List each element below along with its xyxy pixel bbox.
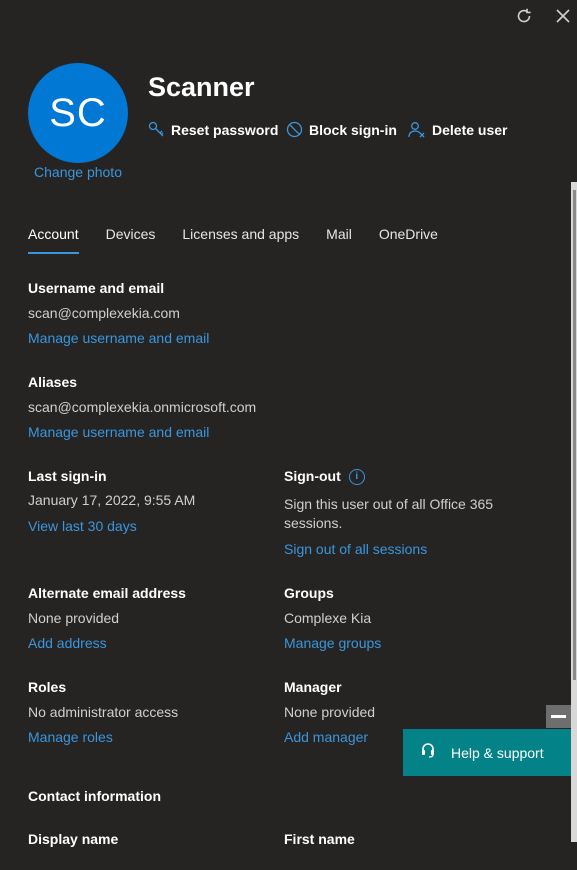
tab-onedrive[interactable]: OneDrive <box>379 226 438 254</box>
aliases-value: scan@complexekia.onmicrosoft.com <box>28 399 257 415</box>
info-icon[interactable]: i <box>348 469 365 486</box>
signout-all-sessions-link[interactable]: Sign out of all sessions <box>284 541 427 557</box>
manager-heading: Manager <box>284 679 342 695</box>
help-support-label: Help & support <box>451 744 544 761</box>
manager-value: None provided <box>284 704 376 720</box>
groups-value: Complexe Kia <box>284 610 372 626</box>
manage-roles-link[interactable]: Manage roles <box>28 729 113 745</box>
minimize-help-button[interactable] <box>546 705 571 728</box>
block-signin-label: Block sign-in <box>309 121 397 138</box>
tab-bar: Account Devices Licenses and apps Mail O… <box>28 226 465 254</box>
username-heading: Username and email <box>28 280 165 296</box>
close-icon[interactable] <box>551 6 575 30</box>
signout-description-line2: sessions. <box>284 515 343 531</box>
contact-information-heading: Contact information <box>28 788 161 804</box>
roles-value: No administrator access <box>28 704 179 720</box>
add-address-link[interactable]: Add address <box>28 635 107 651</box>
signout-heading: Sign-out i <box>284 468 365 486</box>
minimize-icon <box>551 715 566 718</box>
tab-account[interactable]: Account <box>28 226 79 254</box>
username-value: scan@complexekia.com <box>28 305 180 321</box>
delete-user-icon <box>408 121 426 138</box>
signout-description-line1: Sign this user out of all Office 365 <box>284 496 494 512</box>
signout-label: Sign-out <box>284 468 341 484</box>
headset-icon <box>421 742 435 763</box>
scrollbar-thumb[interactable] <box>573 190 576 680</box>
help-support-button[interactable]: Help & support <box>403 729 571 776</box>
refresh-icon[interactable] <box>512 6 536 30</box>
roles-heading: Roles <box>28 679 67 695</box>
last-signin-value: January 17, 2022, 9:55 AM <box>28 492 196 508</box>
page-title: Scanner <box>148 72 255 102</box>
tab-devices[interactable]: Devices <box>106 226 156 254</box>
reset-password-label: Reset password <box>171 121 279 138</box>
tab-mail[interactable]: Mail <box>326 226 352 254</box>
block-signin-button[interactable]: Block sign-in <box>286 121 397 138</box>
key-icon <box>148 121 165 138</box>
manage-groups-link[interactable]: Manage groups <box>284 635 381 651</box>
tab-licenses-and-apps[interactable]: Licenses and apps <box>182 226 299 254</box>
avatar: SC <box>28 63 128 163</box>
alternate-email-heading: Alternate email address <box>28 585 186 601</box>
groups-heading: Groups <box>284 585 334 601</box>
manage-username-link[interactable]: Manage username and email <box>28 330 209 346</box>
reset-password-button[interactable]: Reset password <box>148 121 278 138</box>
first-name-heading: First name <box>284 831 355 847</box>
delete-user-label: Delete user <box>432 121 508 138</box>
last-signin-heading: Last sign-in <box>28 468 107 484</box>
change-photo-link[interactable]: Change photo <box>28 164 128 180</box>
add-manager-link[interactable]: Add manager <box>284 729 368 745</box>
block-icon <box>286 121 303 138</box>
display-name-heading: Display name <box>28 831 119 847</box>
manage-aliases-link[interactable]: Manage username and email <box>28 424 209 440</box>
alternate-email-value: None provided <box>28 610 120 626</box>
view-last-30-days-link[interactable]: View last 30 days <box>28 518 137 534</box>
delete-user-button[interactable]: Delete user <box>408 121 507 138</box>
aliases-heading: Aliases <box>28 374 78 390</box>
